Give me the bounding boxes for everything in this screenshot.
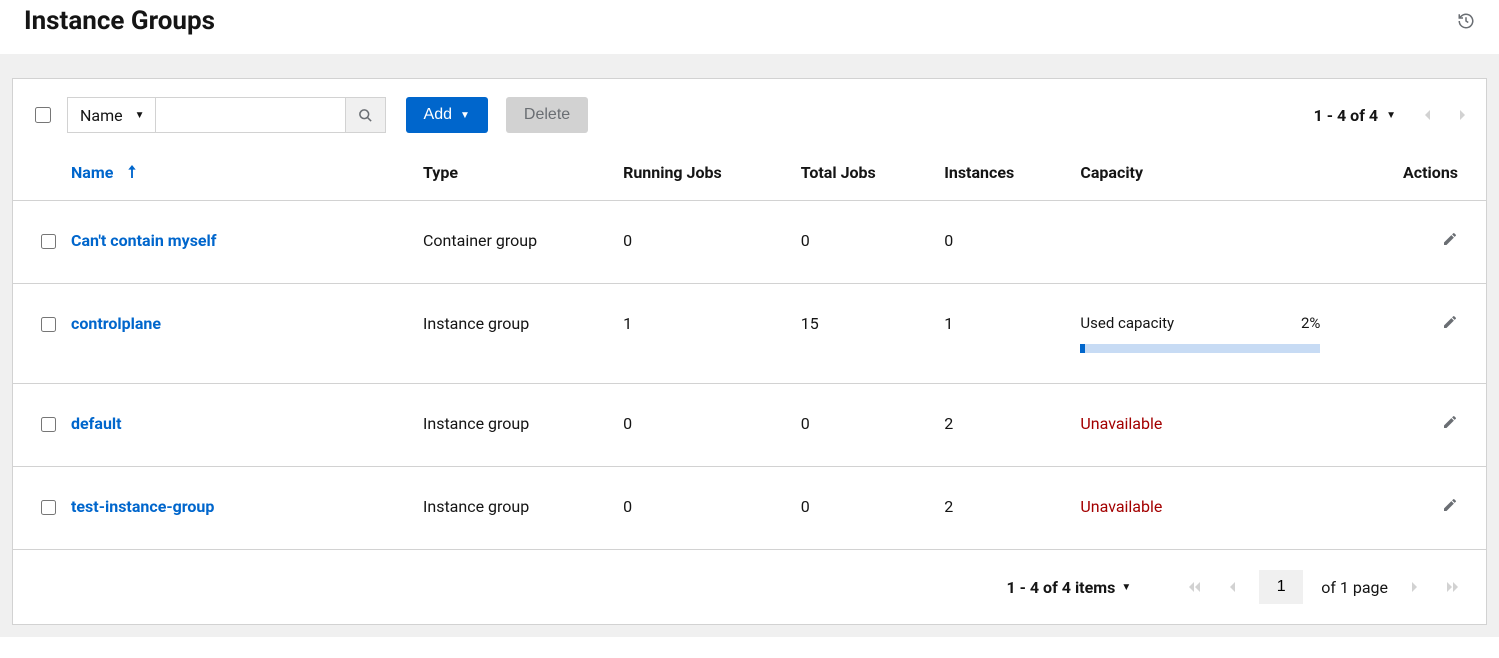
edit-icon[interactable] (1442, 314, 1458, 330)
caret-down-icon: ▼ (460, 110, 470, 121)
next-page-icon (1406, 581, 1424, 593)
column-header-name-label: Name (71, 163, 113, 182)
row-name-link[interactable]: default (71, 414, 122, 433)
row-instances: 1 (932, 284, 1068, 384)
row-running-jobs: 1 (611, 284, 789, 384)
table-row: test-instance-group Instance group 0 0 2… (13, 467, 1486, 550)
row-total-jobs: 0 (789, 201, 932, 284)
top-pagination-summary[interactable]: 1 - 4 of 4 ▼ (1314, 106, 1396, 125)
edit-icon[interactable] (1442, 497, 1458, 513)
table-row: controlplane Instance group 1 15 1 Used … (13, 284, 1486, 384)
add-button[interactable]: Add ▼ (406, 97, 488, 133)
add-button-label: Add (424, 106, 452, 124)
column-header-name[interactable]: Name (71, 157, 411, 201)
prev-page-icon (1422, 109, 1432, 121)
row-total-jobs: 15 (789, 284, 932, 384)
footer-summary-text: 1 - 4 of 4 items (1006, 578, 1115, 597)
row-name-link[interactable]: Can't contain myself (71, 231, 217, 250)
row-running-jobs: 0 (611, 467, 789, 550)
caret-down-icon: ▼ (1386, 110, 1396, 121)
of-page-text: of 1 page (1321, 578, 1388, 597)
instance-groups-table: Name Type Running Jobs Total Jobs Instan… (13, 157, 1486, 550)
edit-icon[interactable] (1442, 414, 1458, 430)
row-name-link[interactable]: controlplane (71, 314, 161, 333)
filter-key-label: Name (80, 106, 123, 125)
row-checkbox[interactable] (41, 500, 56, 515)
capacity-percent: 2% (1301, 314, 1320, 332)
capacity-unavailable: Unavailable (1080, 414, 1162, 433)
caret-down-icon: ▼ (135, 110, 145, 121)
capacity-progress-bar (1080, 344, 1085, 353)
row-total-jobs: 0 (789, 384, 932, 467)
select-all-checkbox[interactable] (35, 107, 51, 123)
column-header-running-jobs[interactable]: Running Jobs (611, 157, 789, 201)
search-button[interactable] (346, 97, 386, 133)
row-name-link[interactable]: test-instance-group (71, 497, 214, 516)
capacity-label: Used capacity (1080, 314, 1174, 332)
column-header-instances[interactable]: Instances (932, 157, 1068, 201)
table-row: Can't contain myself Container group 0 0… (13, 201, 1486, 284)
column-header-type[interactable]: Type (411, 157, 611, 201)
row-running-jobs: 0 (611, 384, 789, 467)
row-type: Instance group (411, 467, 611, 550)
edit-icon[interactable] (1442, 231, 1458, 247)
toolbar: Name ▼ Add ▼ Delete 1 - 4 of 4 ▼ (13, 79, 1486, 157)
delete-button: Delete (506, 97, 588, 133)
filter-value-input[interactable] (156, 97, 346, 133)
footer-summary[interactable]: 1 - 4 of 4 items ▼ (1006, 578, 1131, 597)
row-instances: 2 (932, 467, 1068, 550)
search-icon (358, 108, 373, 123)
filter-key-select[interactable]: Name ▼ (67, 97, 156, 133)
row-type: Instance group (411, 384, 611, 467)
column-header-actions: Actions (1348, 157, 1486, 201)
column-header-total-jobs[interactable]: Total Jobs (789, 157, 932, 201)
row-checkbox[interactable] (41, 234, 56, 249)
page-number-input[interactable] (1259, 570, 1303, 604)
first-page-icon (1183, 581, 1205, 593)
delete-button-label: Delete (524, 106, 570, 124)
page-title: Instance Groups (24, 6, 215, 36)
row-checkbox[interactable] (41, 417, 56, 432)
top-pagination-range: 1 - 4 of 4 (1314, 106, 1379, 125)
column-header-capacity[interactable]: Capacity (1068, 157, 1348, 201)
row-instances: 0 (932, 201, 1068, 284)
sort-asc-icon (127, 167, 137, 182)
capacity-progress (1080, 344, 1320, 353)
row-total-jobs: 0 (789, 467, 932, 550)
row-type: Instance group (411, 284, 611, 384)
caret-down-icon: ▼ (1121, 582, 1131, 593)
history-icon[interactable] (1457, 12, 1475, 30)
last-page-icon (1442, 581, 1464, 593)
pagination-footer: 1 - 4 of 4 items ▼ of 1 page (13, 550, 1486, 624)
prev-page-icon (1223, 581, 1241, 593)
row-checkbox[interactable] (41, 317, 56, 332)
list-card: Name ▼ Add ▼ Delete 1 - 4 of 4 ▼ (12, 78, 1487, 625)
row-running-jobs: 0 (611, 201, 789, 284)
row-instances: 2 (932, 384, 1068, 467)
next-page-icon (1458, 109, 1468, 121)
table-row: default Instance group 0 0 2 Unavailable (13, 384, 1486, 467)
capacity-unavailable: Unavailable (1080, 497, 1162, 516)
row-type: Container group (411, 201, 611, 284)
